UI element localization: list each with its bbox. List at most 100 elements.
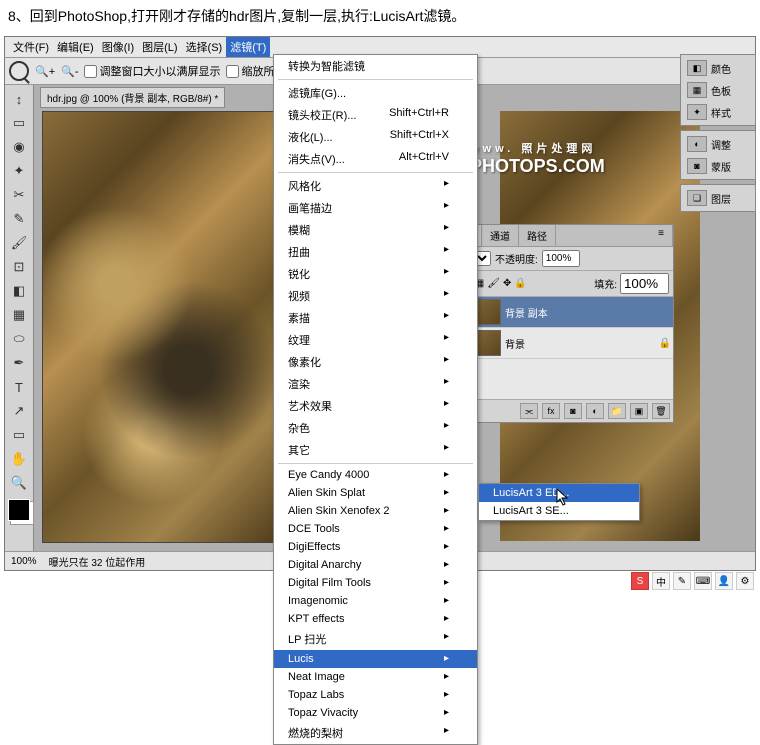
opacity-input[interactable] — [542, 250, 580, 267]
filter-lens[interactable]: 镜头校正(R)...Shift+Ctrl+R — [274, 104, 477, 126]
filter-cat[interactable]: 锐化 — [274, 263, 477, 285]
lucisart-3-ed[interactable]: LucisArt 3 ED... — [479, 484, 639, 502]
filter-plugin[interactable]: Digital Anarchy — [274, 556, 477, 574]
filter-vanish[interactable]: 消失点(V)...Alt+Ctrl+V — [274, 148, 477, 170]
filter-cat[interactable]: 像素化 — [274, 351, 477, 373]
hand-tool-icon[interactable]: ✋ — [6, 448, 32, 470]
fx-icon[interactable]: fx — [542, 403, 560, 419]
lock-pos-icon[interactable]: ✥ — [503, 278, 511, 289]
filter-plugin[interactable]: LP 扫光 — [274, 628, 477, 650]
menu-edit[interactable]: 编辑(E) — [53, 37, 98, 57]
eyedropper-tool-icon[interactable]: ✎ — [6, 208, 32, 230]
filter-plugin[interactable]: Imagenomic — [274, 592, 477, 610]
filter-plugin[interactable]: Eye Candy 4000 — [274, 466, 477, 484]
tray-pencil-icon[interactable]: ✎ — [673, 572, 691, 590]
filter-plugin[interactable]: DigiEffects — [274, 538, 477, 556]
filter-cat[interactable]: 渲染 — [274, 373, 477, 395]
panel-menu-icon[interactable]: ≡ — [650, 225, 673, 246]
filter-plugin[interactable]: Topaz Vivacity — [274, 704, 477, 722]
filter-convert-smart[interactable]: 转换为智能滤镜 — [274, 55, 477, 77]
panel-adjustments[interactable]: ◐调整 — [683, 134, 753, 154]
zoom-tool-icon — [9, 61, 29, 81]
layer-new-icon[interactable]: ▣ — [630, 403, 648, 419]
filter-plugin[interactable]: Digital Film Tools — [274, 574, 477, 592]
tray-keyboard-icon[interactable]: ⌨ — [694, 572, 712, 590]
foreground-background-color[interactable] — [8, 499, 30, 521]
panel-masks[interactable]: ◙蒙版 — [683, 156, 753, 176]
lock-all-icon[interactable]: 🔒 — [514, 278, 526, 289]
filter-cat[interactable]: 艺术效果 — [274, 395, 477, 417]
zoom-out-icon[interactable]: 🔍- — [61, 65, 78, 78]
filter-cat[interactable]: 模糊 — [274, 219, 477, 241]
filter-liquify[interactable]: 液化(L)...Shift+Ctrl+X — [274, 126, 477, 148]
filter-cat[interactable]: 素描 — [274, 307, 477, 329]
menu-image[interactable]: 图像(I) — [98, 37, 138, 57]
trash-icon[interactable]: 🗑 — [652, 403, 670, 419]
stamp-tool-icon[interactable]: ⊡ — [6, 256, 32, 278]
filter-plugin[interactable]: Alien Skin Splat — [274, 484, 477, 502]
path-tool-icon[interactable]: ↗ — [6, 400, 32, 422]
adjustment-new-icon[interactable]: ◐ — [586, 403, 604, 419]
resize-window-checkbox[interactable]: 调整窗口大小以满屏显示 — [84, 63, 220, 79]
wand-tool-icon[interactable]: ✦ — [6, 160, 32, 182]
brush-tool-icon[interactable]: 🖌 — [6, 232, 32, 254]
panel-layers-btn[interactable]: ❏图层 — [683, 188, 753, 208]
filter-plugin[interactable]: 燃烧的梨树 — [274, 722, 477, 744]
filter-cat[interactable]: 纹理 — [274, 329, 477, 351]
filter-cat[interactable]: 视频 — [274, 285, 477, 307]
link-layers-icon[interactable]: ⫘ — [520, 403, 538, 419]
tab-paths[interactable]: 路径 — [519, 225, 556, 246]
eraser-tool-icon[interactable]: ◧ — [6, 280, 32, 302]
layer-row[interactable]: 👁 背景 副本 — [445, 297, 673, 328]
gradient-tool-icon[interactable]: ▦ — [6, 304, 32, 326]
layer-lock-row: 锁定: ▦ 🖌 ✥ 🔒 填充: — [445, 271, 673, 297]
zoom-tool-icon2[interactable]: 🔍 — [6, 472, 32, 494]
folder-new-icon[interactable]: 📁 — [608, 403, 626, 419]
ime-icon[interactable]: S — [631, 572, 649, 590]
menu-filter[interactable]: 滤镜(T) — [226, 37, 270, 57]
move-tool-icon[interactable]: ↕ — [6, 88, 32, 110]
crop-tool-icon[interactable]: ✂ — [6, 184, 32, 206]
mask-new-icon[interactable]: ◙ — [564, 403, 582, 419]
menu-select[interactable]: 选择(S) — [182, 37, 227, 57]
filter-plugin[interactable]: KPT effects — [274, 610, 477, 628]
filter-lucis[interactable]: Lucis — [274, 650, 477, 668]
tab-channels[interactable]: 通道 — [482, 225, 519, 246]
lucis-submenu: LucisArt 3 ED... LucisArt 3 SE... — [478, 483, 640, 521]
filter-cat[interactable]: 杂色 — [274, 417, 477, 439]
color-icon: ◧ — [687, 60, 707, 76]
blur-tool-icon[interactable]: ⬭ — [6, 328, 32, 350]
document-image[interactable] — [42, 111, 286, 543]
toolbox: ↕ ▭ ◉ ✦ ✂ ✎ 🖌 ⊡ ◧ ▦ ⬭ ✒ T ↗ ▭ ✋ 🔍 — [5, 85, 34, 570]
fill-input[interactable] — [620, 273, 669, 294]
lucisart-3-se[interactable]: LucisArt 3 SE... — [479, 502, 639, 520]
menu-file[interactable]: 文件(F) — [9, 37, 53, 57]
lasso-tool-icon[interactable]: ◉ — [6, 136, 32, 158]
lock-paint-icon[interactable]: 🖌 — [487, 278, 500, 289]
panel-styles[interactable]: ✦样式 — [683, 102, 753, 122]
zoom-level[interactable]: 100% — [11, 556, 37, 567]
filter-gallery[interactable]: 滤镜库(G)... — [274, 82, 477, 104]
pen-tool-icon[interactable]: ✒ — [6, 352, 32, 374]
filter-plugin[interactable]: Topaz Labs — [274, 686, 477, 704]
shape-tool-icon[interactable]: ▭ — [6, 424, 32, 446]
tray-gear-icon[interactable]: ⚙ — [736, 572, 754, 590]
filter-plugin[interactable]: Alien Skin Xenofex 2 — [274, 502, 477, 520]
filter-cat[interactable]: 扭曲 — [274, 241, 477, 263]
filter-cat[interactable]: 画笔描边 — [274, 197, 477, 219]
zoom-in-icon[interactable]: 🔍+ — [35, 65, 55, 78]
panel-color[interactable]: ◧颜色 — [683, 58, 753, 78]
filter-cat[interactable]: 其它 — [274, 439, 477, 461]
filter-cat[interactable]: 风格化 — [274, 175, 477, 197]
tray-user-icon[interactable]: 👤 — [715, 572, 733, 590]
opacity-label: 不透明度: — [495, 251, 538, 266]
panel-swatches[interactable]: ▦色板 — [683, 80, 753, 100]
marquee-tool-icon[interactable]: ▭ — [6, 112, 32, 134]
filter-plugin[interactable]: Neat Image — [274, 668, 477, 686]
document-tab[interactable]: hdr.jpg @ 100% (背景 副本, RGB/8#) * — [40, 87, 225, 108]
tray-ime-lang[interactable]: 中 — [652, 572, 670, 590]
type-tool-icon[interactable]: T — [6, 376, 32, 398]
filter-plugin[interactable]: DCE Tools — [274, 520, 477, 538]
layer-row[interactable]: 👁 背景 🔒 — [445, 328, 673, 359]
menu-layer[interactable]: 图层(L) — [138, 37, 181, 57]
